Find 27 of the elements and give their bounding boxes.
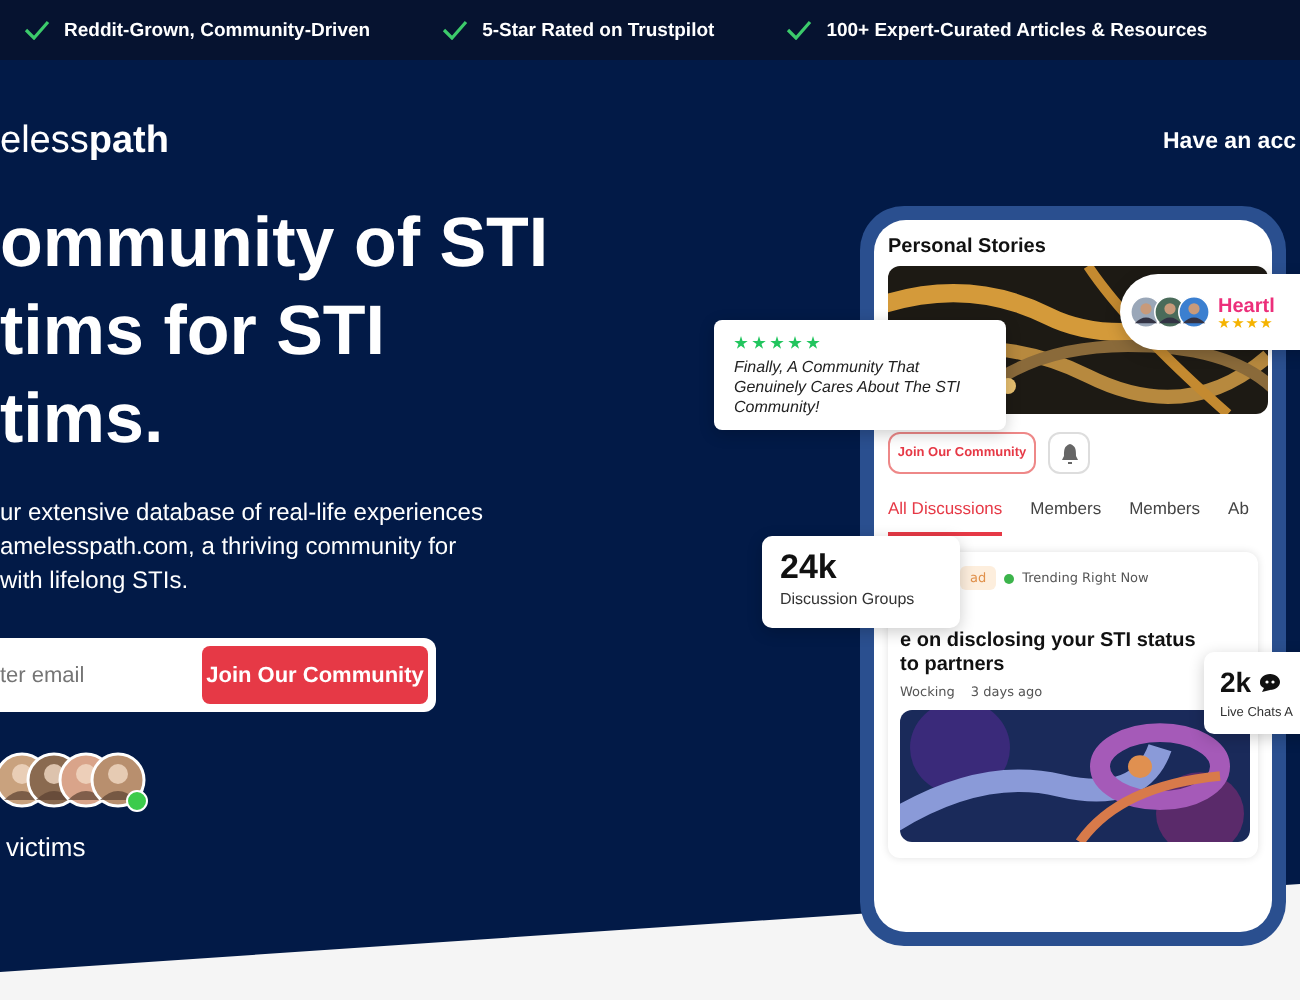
notification-button[interactable] [1048,432,1090,474]
account-link[interactable]: Have an acc [1163,130,1296,154]
chat-icon [1259,674,1280,692]
bell-icon [1061,443,1077,463]
logo[interactable]: elesspath [0,120,169,164]
feature-text: 100+ Expert-Curated Articles & Resources [826,19,1208,41]
check-icon [24,20,50,40]
feature-text: Reddit-Grown, Community-Driven [64,19,371,41]
check-icon [786,20,813,40]
tab[interactable]: Members [1129,498,1201,536]
join-button[interactable]: Join Our Community [202,646,428,704]
rating-name: Heartl [1218,295,1275,317]
trending-dot [1004,573,1015,583]
feature-text: 5-Star Rated on Trustpilot [482,19,715,41]
section-title: Personal Stories [888,236,1048,258]
check-icon [442,20,469,40]
review-quote: Finally, A Community That Genuinely Cares About The STI Community! [734,358,963,418]
stat-value: 24k [780,548,837,586]
email-field[interactable]: ter email [0,663,190,687]
stat-label: Discussion Groups [780,590,917,608]
post-title: e on disclosing your STI status to partners [900,630,1198,678]
tab[interactable]: Members [1030,498,1102,536]
description: ur extensive database of real-life experiences amelesspath.com, a thriving community for with lifelong STIs. [0,496,485,598]
members-label: victims [4,832,88,862]
stat-value: 2k [1220,664,1252,702]
headline: ommunity of STI tims for STI tims. [0,202,551,462]
tab[interactable]: Ab [1228,498,1249,536]
